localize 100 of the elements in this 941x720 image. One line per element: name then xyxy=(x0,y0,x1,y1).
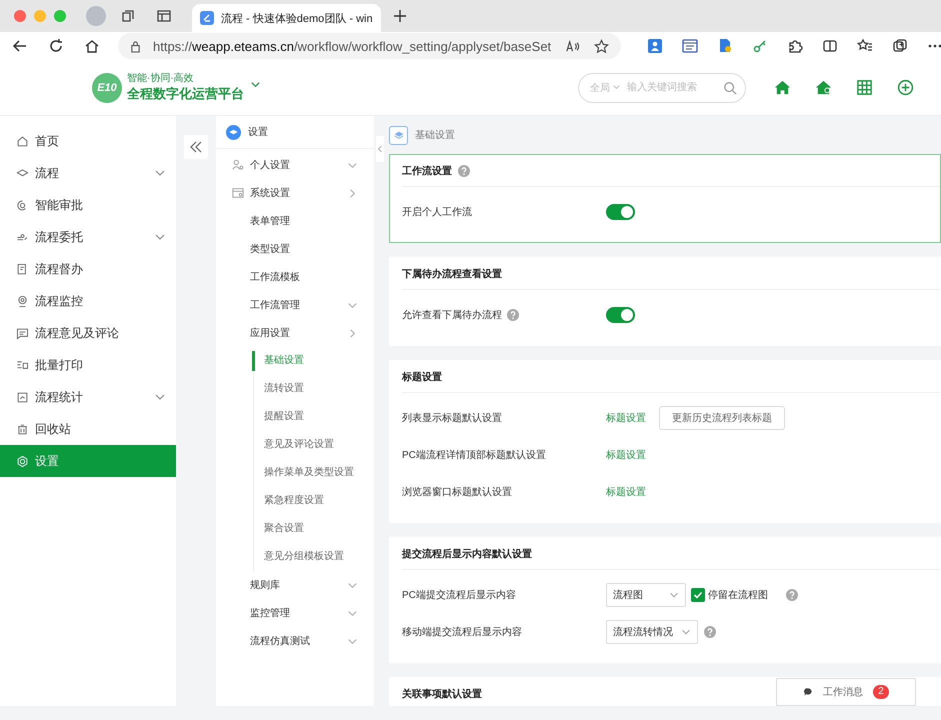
close-window-button[interactable] xyxy=(14,10,26,22)
add-icon[interactable] xyxy=(897,79,914,96)
double-chevron-left-icon[interactable] xyxy=(189,140,203,154)
menu-item-icon xyxy=(16,326,29,340)
nav-item[interactable]: 回收站 xyxy=(0,413,176,445)
section-title: 提交流程后显示内容默认设置 xyxy=(402,547,532,560)
title-settings-link[interactable]: 标题设置 xyxy=(606,484,646,498)
submenu-item[interactable]: 工作流模板 xyxy=(216,263,374,291)
nav-item[interactable]: 设置 xyxy=(0,445,176,477)
submenu-item[interactable]: 紧急程度设置 xyxy=(252,487,374,515)
key-icon[interactable] xyxy=(752,38,768,54)
user-settings-icon xyxy=(232,159,244,171)
submenu-item[interactable]: 工作流管理 xyxy=(216,291,374,319)
favorite-star-icon[interactable] xyxy=(594,38,610,54)
home-user-icon[interactable] xyxy=(815,79,832,96)
submenu-item[interactable]: 意见及评论设置 xyxy=(252,431,374,459)
section-title: 下属待办流程查看设置 xyxy=(402,267,502,280)
section-title: 标题设置 xyxy=(402,370,442,384)
submenu-item[interactable]: 流转设置 xyxy=(252,375,374,403)
workspaces-icon[interactable] xyxy=(120,8,136,24)
read-aloud-icon[interactable] xyxy=(565,38,580,54)
reload-icon[interactable] xyxy=(48,38,64,54)
submenu-item[interactable]: 表单管理 xyxy=(216,207,374,235)
tab-actions-icon[interactable] xyxy=(156,8,172,24)
menu-item-icon xyxy=(16,390,29,404)
title-settings-link[interactable]: 标题设置 xyxy=(606,410,646,424)
chevron-left-icon[interactable] xyxy=(377,145,383,153)
collections-icon[interactable] xyxy=(892,38,908,54)
submenu-item[interactable]: 基础设置 xyxy=(252,351,374,371)
chevron-down-icon[interactable] xyxy=(250,79,261,90)
nav-item[interactable]: 流程 xyxy=(0,157,176,189)
checkbox-label[interactable]: 停留在流程图 xyxy=(708,588,768,602)
logo-mark: E10 xyxy=(92,72,122,102)
back-icon[interactable] xyxy=(12,38,28,54)
help-icon[interactable] xyxy=(704,626,716,638)
menu-item-icon xyxy=(16,294,29,308)
submenu-title: 设置 xyxy=(248,126,268,139)
maximize-window-button[interactable] xyxy=(54,10,66,22)
nav-item[interactable]: 流程意见及评论 xyxy=(0,317,176,349)
nav-item[interactable]: 智能审批 xyxy=(0,189,176,221)
nav-item[interactable]: 首页 xyxy=(0,125,176,157)
submenu-item[interactable]: 应用设置 xyxy=(216,319,374,347)
platform-name[interactable]: 全程数字化运营平台 xyxy=(127,85,244,102)
setting-label: PC端流程详情顶部标题默认设置 xyxy=(402,448,546,462)
nav-item[interactable]: 流程督办 xyxy=(0,253,176,285)
unread-count-badge: 2 xyxy=(873,685,889,699)
menu-item-icon xyxy=(16,358,29,372)
submenu-item[interactable]: 类型设置 xyxy=(216,235,374,263)
submenu-item[interactable]: 个人设置 xyxy=(216,151,374,179)
collapse-button[interactable] xyxy=(184,135,208,159)
title-settings-link[interactable]: 标题设置 xyxy=(606,448,646,462)
setting-label: 列表显示标题默认设置 xyxy=(402,412,502,424)
menu-item-icon xyxy=(16,454,29,468)
settings-layers-icon xyxy=(226,124,241,140)
home-icon[interactable] xyxy=(84,38,100,54)
setting-label: 开启个人工作流 xyxy=(402,206,472,218)
split-screen-icon[interactable] xyxy=(822,38,838,54)
help-icon[interactable] xyxy=(458,164,470,176)
submenu-item[interactable]: 提醒设置 xyxy=(252,403,374,431)
help-icon[interactable] xyxy=(507,308,519,320)
setting-label: 移动端提交流程后显示内容 xyxy=(402,626,522,638)
nav-item[interactable]: 批量打印 xyxy=(0,349,176,381)
system-settings-icon xyxy=(232,187,244,199)
submenu-item[interactable]: 意见分组模板设置 xyxy=(252,543,374,571)
submenu-item[interactable]: 规则库 xyxy=(216,571,374,599)
dropdown-select[interactable]: 流程流转情况 xyxy=(606,620,698,644)
submenu-item[interactable]: 聚合设置 xyxy=(252,515,374,543)
nav-item[interactable]: 流程统计 xyxy=(0,381,176,413)
section-title: 工作流设置 xyxy=(402,164,452,178)
address-bar[interactable]: https://weapp.eteams.cn/workflow/workflow_setting/applyset/baseSet xyxy=(118,33,622,59)
extension-icon[interactable] xyxy=(682,38,698,54)
submenu-item[interactable]: 操作菜单及类型设置 xyxy=(252,459,374,487)
nav-item[interactable]: 流程委托 xyxy=(0,221,176,253)
section-title: 关联事项默认设置 xyxy=(402,688,482,700)
submenu-item[interactable]: 监控管理 xyxy=(216,599,374,627)
puzzle-icon[interactable] xyxy=(787,38,804,54)
slogan: 智能·协同·高效 xyxy=(127,73,195,85)
setting-label: 浏览器窗口标题默认设置 xyxy=(402,486,512,498)
toggle-switch[interactable] xyxy=(606,204,635,220)
new-tab-icon[interactable] xyxy=(392,9,407,23)
lock-icon xyxy=(130,40,141,52)
menu-item-icon xyxy=(16,262,29,276)
breadcrumb: 基础设置 xyxy=(415,128,455,142)
help-icon[interactable] xyxy=(786,588,798,600)
work-messages-panel[interactable]: 工作消息 2 xyxy=(776,678,916,706)
nav-item[interactable]: 流程监控 xyxy=(0,285,176,317)
layers-icon xyxy=(389,126,408,144)
submenu-item[interactable]: 系统设置 xyxy=(216,179,374,207)
grid-icon[interactable] xyxy=(856,79,873,96)
update-titles-button[interactable]: 更新历史流程列表标题 xyxy=(659,406,785,430)
toggle-switch[interactable] xyxy=(606,306,635,322)
page-favicon xyxy=(200,11,214,25)
setting-label: PC端提交流程后显示内容 xyxy=(402,588,516,602)
search-icon[interactable] xyxy=(723,80,737,94)
extension-icon[interactable] xyxy=(717,38,734,54)
submenu-item[interactable]: 流程仿真测试 xyxy=(216,627,374,655)
browser-tab[interactable]: 流程 - 快速体验demo团队 - win xyxy=(192,4,381,32)
dropdown-select[interactable]: 流程图 xyxy=(606,582,686,606)
chevron-down-icon[interactable] xyxy=(612,83,621,92)
extension-icon[interactable] xyxy=(647,38,664,54)
